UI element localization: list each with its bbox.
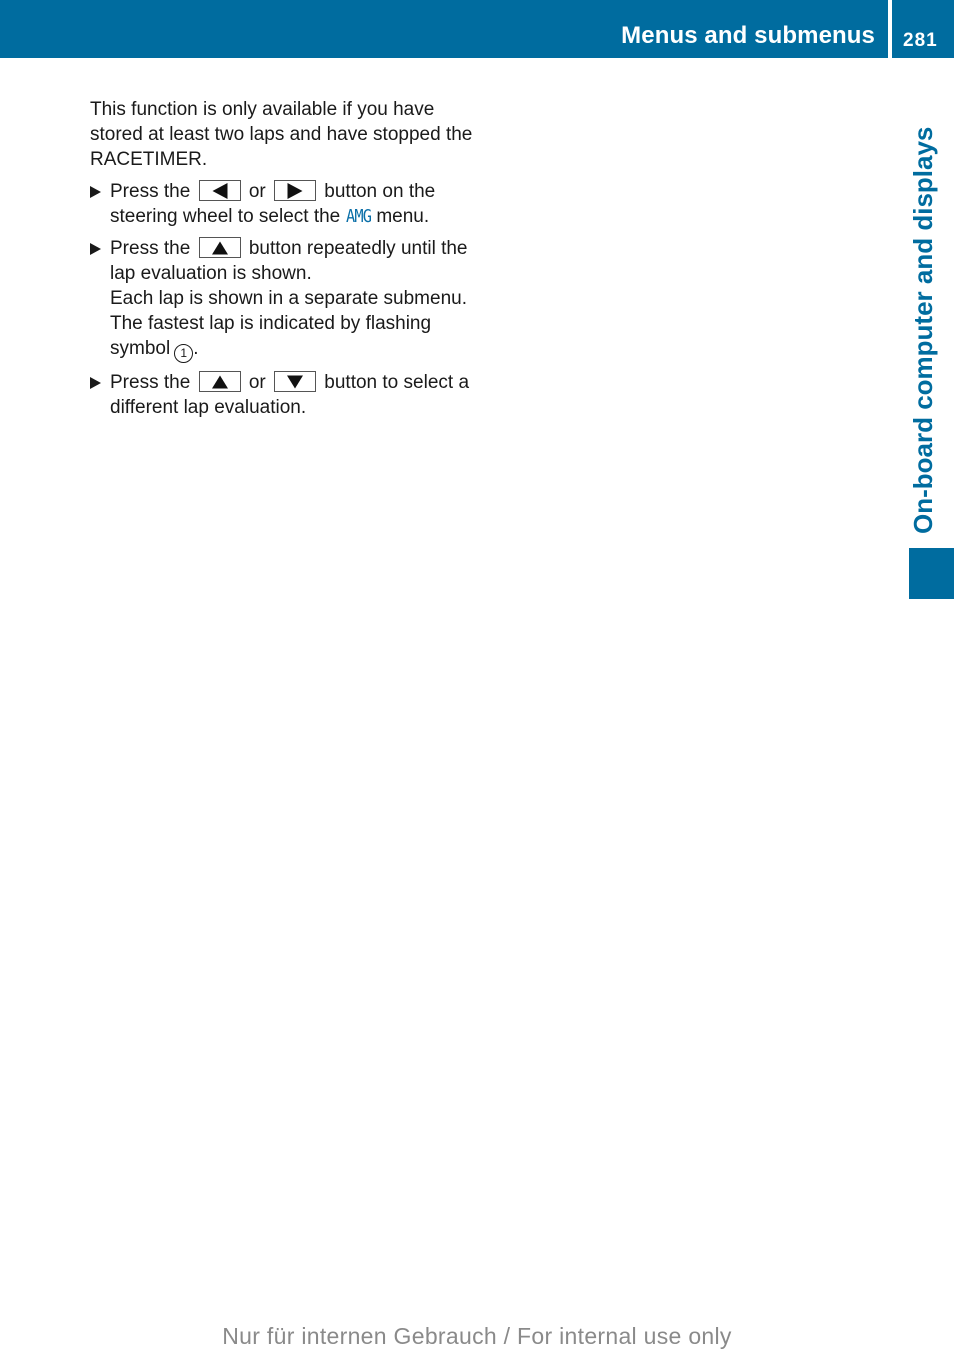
section-title: Menus and submenus bbox=[621, 22, 875, 49]
instruction-step: Press the button repeatedly until the la… bbox=[90, 236, 490, 363]
page-number: 281 bbox=[903, 30, 938, 51]
amg-menu-name: AMG bbox=[345, 206, 372, 227]
header-divider bbox=[888, 0, 892, 58]
up-arrow-button-icon bbox=[198, 371, 241, 392]
right-arrow-button-icon bbox=[274, 180, 317, 201]
up-arrow-button-icon bbox=[198, 237, 241, 258]
instruction-step: Press the or button to select a differen… bbox=[90, 370, 490, 420]
bullet-arrow-icon bbox=[90, 377, 101, 389]
circled-number-1-icon: 1 bbox=[174, 344, 194, 363]
left-arrow-button-icon bbox=[198, 180, 241, 201]
intro-paragraph: This function is only available if you h… bbox=[90, 99, 473, 170]
down-arrow-button-icon bbox=[274, 371, 317, 392]
header-bar: Menus and submenus 281 bbox=[0, 0, 954, 58]
bullet-arrow-icon bbox=[90, 243, 101, 255]
chapter-side-label: On-board computer and displays bbox=[908, 126, 938, 534]
chapter-tab-marker bbox=[909, 548, 954, 599]
instruction-step: Press the or button on the steering whee… bbox=[90, 179, 490, 229]
page-content: This function is only available if you h… bbox=[90, 97, 490, 427]
bullet-arrow-icon bbox=[90, 186, 101, 198]
internal-use-watermark: Nur für internen Gebrauch / For internal… bbox=[222, 1323, 732, 1349]
